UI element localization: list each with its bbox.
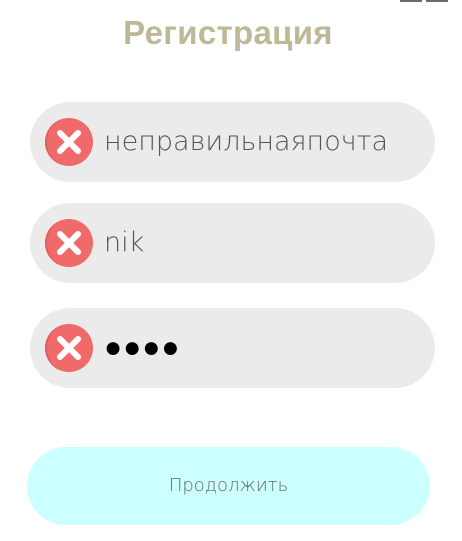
error-x-icon — [45, 118, 93, 166]
error-x-icon — [45, 219, 93, 267]
password-field[interactable]: ●●●● — [30, 308, 435, 388]
error-x-icon — [45, 324, 93, 372]
password-value[interactable]: ●●●● — [104, 308, 180, 388]
email-field[interactable]: неправильнаяпочта — [30, 102, 435, 182]
continue-button[interactable]: Продолжить — [27, 447, 430, 525]
page-title: Регистрация — [123, 14, 333, 51]
window-corner-mark — [400, 0, 450, 3]
username-value[interactable]: nik — [104, 203, 144, 283]
username-field[interactable]: nik — [30, 203, 435, 283]
email-value[interactable]: неправильнаяпочта — [104, 102, 388, 182]
